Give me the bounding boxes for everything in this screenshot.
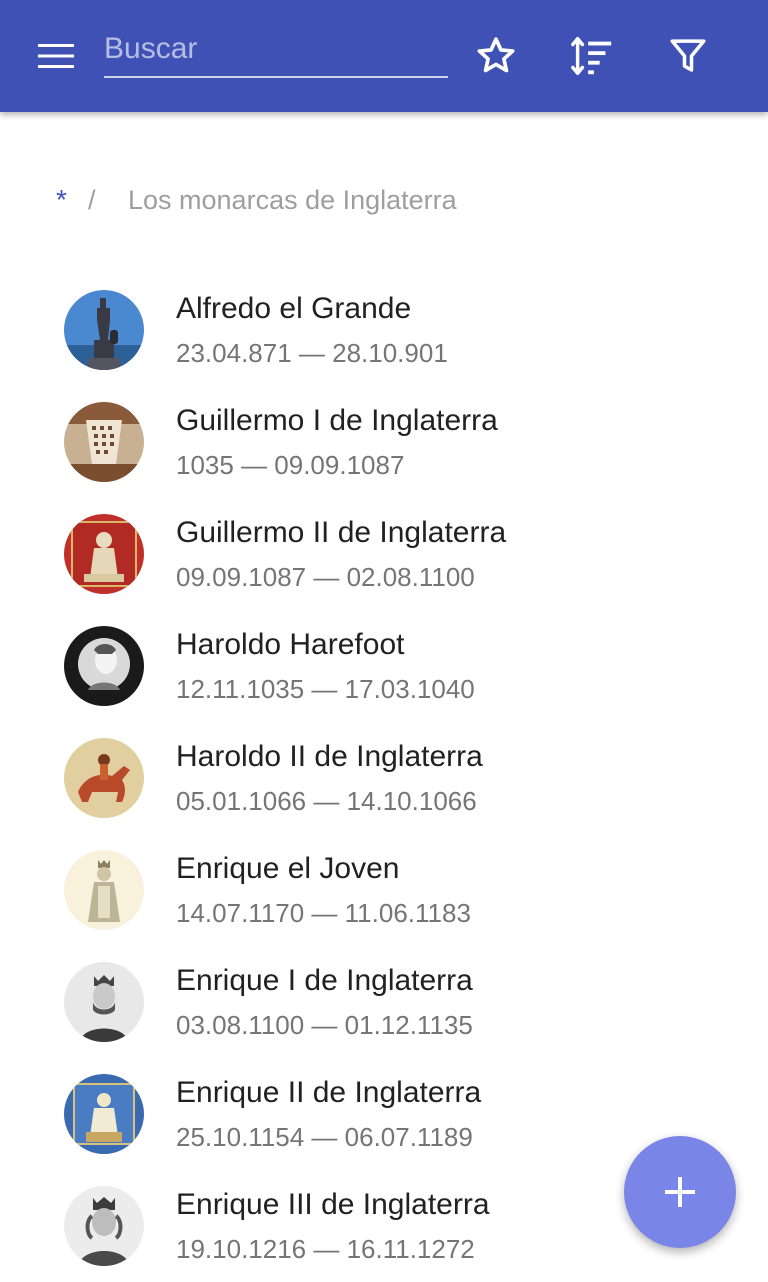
monarch-name: Enrique II de Inglaterra (176, 1076, 482, 1109)
monarch-dates: 19.10.1216 — 16.11.1272 (176, 1234, 475, 1264)
monarch-dates: 05.01.1066 — 14.10.1066 (176, 786, 477, 816)
avatar (64, 850, 144, 930)
list-item[interactable]: Alfredo el Grande 23.04.871 — 28.10.901 (0, 274, 768, 386)
menu-icon (38, 44, 74, 68)
search-input[interactable] (104, 22, 448, 78)
list-item[interactable]: Enrique el Joven 14.07.1170 — 11.06.1183 (0, 834, 768, 946)
monarch-dates: 14.07.1170 — 11.06.1183 (176, 898, 471, 928)
monarch-dates: 23.04.871 — 28.10.901 (176, 338, 448, 368)
list-item[interactable]: Enrique I de Inglaterra 03.08.1100 — 01.… (0, 946, 768, 1058)
avatar (64, 1074, 144, 1154)
app-bar (0, 0, 768, 112)
monarch-name: Alfredo el Grande (176, 292, 412, 325)
avatar (64, 738, 144, 818)
list-item[interactable]: Haroldo II de Inglaterra 05.01.1066 — 14… (0, 722, 768, 834)
monarch-name: Enrique I de Inglaterra (176, 964, 473, 997)
avatar (64, 1186, 144, 1266)
star-outline-icon (477, 37, 515, 73)
monarch-dates: 09.09.1087 — 02.08.1100 (176, 562, 475, 592)
avatar (64, 402, 144, 482)
avatar (64, 962, 144, 1042)
monarch-name: Haroldo Harefoot (176, 628, 405, 661)
sort-icon (571, 37, 612, 75)
favorites-button[interactable] (460, 20, 532, 92)
list-item[interactable]: Haroldo Harefoot 12.11.1035 — 17.03.1040 (0, 610, 768, 722)
breadcrumb-current: Los monarcas de Inglaterra (128, 184, 457, 215)
list-item[interactable]: Guillermo II de Inglaterra 09.09.1087 — … (0, 498, 768, 610)
breadcrumb-root[interactable]: * (56, 184, 88, 216)
menu-button[interactable] (20, 20, 92, 92)
monarch-dates: 12.11.1035 — 17.03.1040 (176, 674, 475, 704)
breadcrumb-separator: / (88, 184, 96, 215)
monarch-dates: 25.10.1154 — 06.07.1189 (176, 1122, 473, 1152)
monarch-name: Enrique III de Inglaterra (176, 1188, 490, 1221)
filter-button[interactable] (652, 20, 724, 92)
monarch-name: Haroldo II de Inglaterra (176, 740, 483, 773)
monarch-list: Alfredo el Grande 23.04.871 — 28.10.901 … (0, 274, 768, 1282)
monarch-dates: 03.08.1100 — 01.12.1135 (176, 1010, 473, 1040)
add-button[interactable] (624, 1136, 736, 1248)
sort-button[interactable] (556, 20, 628, 92)
filter-icon (670, 39, 706, 72)
list-item[interactable]: Guillermo I de Inglaterra 1035 — 09.09.1… (0, 386, 768, 498)
monarch-dates: 1035 — 09.09.1087 (176, 450, 405, 480)
monarch-name: Guillermo II de Inglaterra (176, 516, 507, 549)
avatar (64, 514, 144, 594)
breadcrumb: * / Los monarcas de Inglaterra (56, 180, 457, 220)
search-box (104, 22, 448, 82)
avatar (64, 626, 144, 706)
avatar (64, 290, 144, 370)
plus-icon (665, 1177, 695, 1207)
monarch-name: Guillermo I de Inglaterra (176, 404, 498, 437)
monarch-name: Enrique el Joven (176, 852, 400, 885)
